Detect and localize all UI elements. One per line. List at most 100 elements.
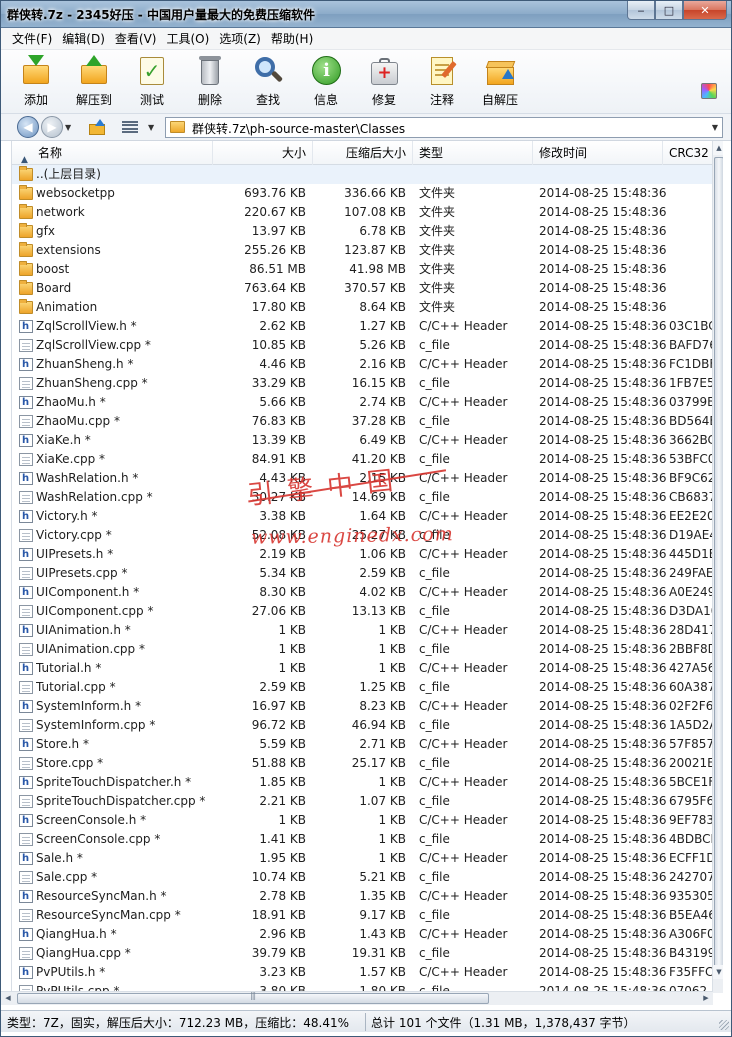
menu-tools[interactable]: 工具(O) [161, 30, 214, 47]
view-dropdown-icon[interactable]: ▼ [148, 123, 154, 132]
table-row[interactable]: PvPUtils.h * 3.23 KB 1.57 KB C/C++ Header 20… [12, 963, 712, 982]
close-button[interactable]: ✕ [683, 1, 727, 20]
column-name-header[interactable]: ▲ 名称 [12, 141, 213, 165]
column-crc-header[interactable]: CRC32 [663, 141, 712, 165]
menu-view[interactable]: 查看(V) [110, 30, 162, 47]
table-row[interactable]: websocketpp 693.76 KB 336.66 KB 文件夹 2014-08-… [12, 184, 712, 203]
add-button[interactable]: 添加 [7, 50, 65, 112]
table-row[interactable]: SystemInform.cpp * 96.72 KB 46.94 KB c_file… [12, 716, 712, 735]
table-row[interactable]: ZhuanSheng.h * 4.46 KB 2.16 KB C/C++ Header… [12, 355, 712, 374]
table-row[interactable]: network 220.67 KB 107.08 KB 文件夹 2014-08-25 1… [12, 203, 712, 222]
scroll-right-icon[interactable]: ▶ [699, 992, 713, 1005]
vertical-scrollbar[interactable]: ▲ ▼ [712, 141, 723, 993]
file-type: C/C++ Header [419, 585, 508, 599]
table-row[interactable]: ResourceSyncMan.h * 2.78 KB 1.35 KB C/C++ H… [12, 887, 712, 906]
table-row[interactable]: QiangHua.cpp * 39.79 KB 19.31 KB c_file 2014… [12, 944, 712, 963]
column-size-header[interactable]: 大小 [213, 141, 313, 165]
maximize-button[interactable]: □ [655, 1, 683, 20]
sfx-button[interactable]: 自解压 [471, 50, 529, 112]
table-row[interactable]: SpriteTouchDispatcher.cpp * 2.21 KB 1.07 K… [12, 792, 712, 811]
delete-button[interactable]: 删除 [181, 50, 239, 112]
vertical-scroll-thumb[interactable] [714, 157, 723, 979]
modified-time: 2014-08-25 15:48:36 [539, 433, 667, 447]
header-file-icon [19, 355, 33, 374]
column-modified-header[interactable]: 修改时间 [533, 141, 663, 165]
menu-edit[interactable]: 编辑(D) [57, 30, 110, 47]
crc32: EE2E20 [669, 509, 712, 523]
table-row[interactable]: Store.cpp * 51.88 KB 25.17 KB c_file 2014-08… [12, 754, 712, 773]
file-type: C/C++ Header [419, 889, 508, 903]
file-size: 2.96 KB [259, 927, 306, 941]
table-row[interactable]: ZqlScrollView.cpp * 10.85 KB 5.26 KB c_file… [12, 336, 712, 355]
minimize-button[interactable]: ‒ [627, 1, 655, 20]
view-mode-icon[interactable] [122, 121, 138, 133]
table-row[interactable]: UIComponent.cpp * 27.06 KB 13.13 KB c_file 2… [12, 602, 712, 621]
table-row[interactable]: gfx 13.97 KB 6.78 KB 文件夹 2014-08-25 15:48:36 [12, 222, 712, 241]
table-row[interactable]: Sale.cpp * 10.74 KB 5.21 KB c_file 2014-08-2… [12, 868, 712, 887]
table-row[interactable]: Tutorial.h * 1 KB 1 KB C/C++ Header 2014-08-… [12, 659, 712, 678]
test-button[interactable]: ✓ 测试 [123, 50, 181, 112]
table-row[interactable]: extensions 255.26 KB 123.87 KB 文件夹 2014-08-2… [12, 241, 712, 260]
menu-file[interactable]: 文件(F) [7, 30, 57, 47]
table-row[interactable]: ScreenConsole.h * 1 KB 1 KB C/C++ Header 201… [12, 811, 712, 830]
table-row[interactable]: ZqlScrollView.h * 2.62 KB 1.27 KB C/C++ Hea… [12, 317, 712, 336]
menu-help[interactable]: 帮助(H) [266, 30, 318, 47]
table-row[interactable]: UIComponent.h * 8.30 KB 4.02 KB C/C++ Heade… [12, 583, 712, 602]
path-field[interactable]: 群侠转.7z\ph-source-master\Classes ▼ [165, 117, 723, 138]
file-size: 693.76 KB [244, 186, 306, 200]
resize-grip-icon[interactable] [719, 1020, 729, 1030]
file-size: 1 KB [278, 813, 306, 827]
modified-time: 2014-08-25 15:48:36 [539, 832, 667, 846]
scroll-down-icon[interactable]: ▼ [713, 965, 723, 979]
modified-time: 2014-08-25 15:48:36 [539, 927, 667, 941]
table-row[interactable]: ScreenConsole.cpp * 1.41 KB 1 KB c_file 2014… [12, 830, 712, 849]
table-row[interactable]: Tutorial.cpp * 2.59 KB 1.25 KB c_file 2014-0… [12, 678, 712, 697]
scroll-up-icon[interactable]: ▲ [713, 141, 723, 155]
path-dropdown-icon[interactable]: ▼ [712, 123, 718, 132]
skin-color-icon[interactable] [701, 83, 717, 99]
find-button[interactable]: 查找 [239, 50, 297, 112]
modified-time: 2014-08-25 15:48:36 [539, 946, 667, 960]
table-row[interactable]: ZhaoMu.h * 5.66 KB 2.74 KB C/C++ Header 2014… [12, 393, 712, 412]
source-file-icon [19, 491, 33, 504]
table-row[interactable]: Board 763.64 KB 370.57 KB 文件夹 2014-08-25 15:… [12, 279, 712, 298]
scroll-left-icon[interactable]: ◀ [1, 992, 15, 1005]
comment-button[interactable]: 注释 [413, 50, 471, 112]
forward-arrow-icon[interactable]: ▶ [41, 116, 63, 138]
info-button[interactable]: i 信息 [297, 50, 355, 112]
table-row[interactable]: QiangHua.h * 2.96 KB 1.43 KB C/C++ Header 20… [12, 925, 712, 944]
table-row[interactable]: Animation 17.80 KB 8.64 KB 文件夹 2014-08-25 15… [12, 298, 712, 317]
file-name: SystemInform.h * [36, 699, 142, 713]
table-row[interactable]: Victory.h *3.38 KB1.64 KBC/C++ Header201… [12, 507, 712, 526]
table-row[interactable]: UIAnimation.cpp * 1 KB 1 KB c_file 2014-08-2… [12, 640, 712, 659]
horizontal-scrollbar[interactable]: ◀ ▶ [1, 991, 713, 1005]
column-type-header[interactable]: 类型 [413, 141, 533, 165]
modified-time: 2014-08-25 15:48:36 [539, 718, 667, 732]
table-row[interactable]: SystemInform.h * 16.97 KB 8.23 KB C/C++ Hea… [12, 697, 712, 716]
modified-time: 2014-08-25 15:48:36 [539, 737, 667, 751]
table-row[interactable]: UIAnimation.h * 1 KB 1 KB C/C++ Header 2014-… [12, 621, 712, 640]
up-folder-icon[interactable] [89, 119, 107, 135]
modified-time: 2014-08-25 15:48:36 [539, 585, 667, 599]
table-row[interactable]: SpriteTouchDispatcher.h * 1.85 KB 1 KB C/C+… [12, 773, 712, 792]
table-row[interactable]: boost 86.51 MB 41.98 MB 文件夹 2014-08-25 15:48… [12, 260, 712, 279]
back-arrow-icon[interactable]: ◀ [17, 116, 39, 138]
table-row[interactable]: ResourceSyncMan.cpp * 18.91 KB 9.17 KB c_fi… [12, 906, 712, 925]
horizontal-scroll-thumb[interactable] [17, 991, 489, 1004]
table-row[interactable]: XiaKe.h * 13.39 KB 6.49 KB C/C++ Header 2014… [12, 431, 712, 450]
table-row[interactable]: Store.h * 5.59 KB 2.71 KB C/C++ Header 2014-… [12, 735, 712, 754]
table-row[interactable]: Sale.h * 1.95 KB 1 KB C/C++ Header 2014-08-2… [12, 849, 712, 868]
table-row[interactable]: ZhaoMu.cpp * 76.83 KB 37.28 KB c_file 2014-0… [12, 412, 712, 431]
menu-options[interactable]: 选项(Z) [214, 30, 266, 47]
table-row[interactable]: UIPresets.h *2.19 KB1.06 KBC/C++ Header2… [12, 545, 712, 564]
crc32: 1A5D2A [669, 718, 712, 732]
table-row[interactable]: UIPresets.cpp * 5.34 KB 2.59 KB c_file 2014-… [12, 564, 712, 583]
title-bar[interactable]: 群侠转.7z - 2345好压 - 中国用户量最大的免费压缩软件 ‒ □ ✕ [1, 1, 731, 28]
history-dropdown-icon[interactable]: ▼ [65, 123, 71, 132]
parent-directory-row[interactable]: ..(上层目录) [12, 165, 712, 184]
repair-button[interactable]: + 修复 [355, 50, 413, 112]
compressed-size: 107.08 KB [344, 205, 406, 219]
extract-button[interactable]: 解压到 [65, 50, 123, 112]
table-row[interactable]: ZhuanSheng.cpp * 33.29 KB 16.15 KB c_file 20… [12, 374, 712, 393]
column-compressed-header[interactable]: 压缩后大小 [313, 141, 413, 165]
